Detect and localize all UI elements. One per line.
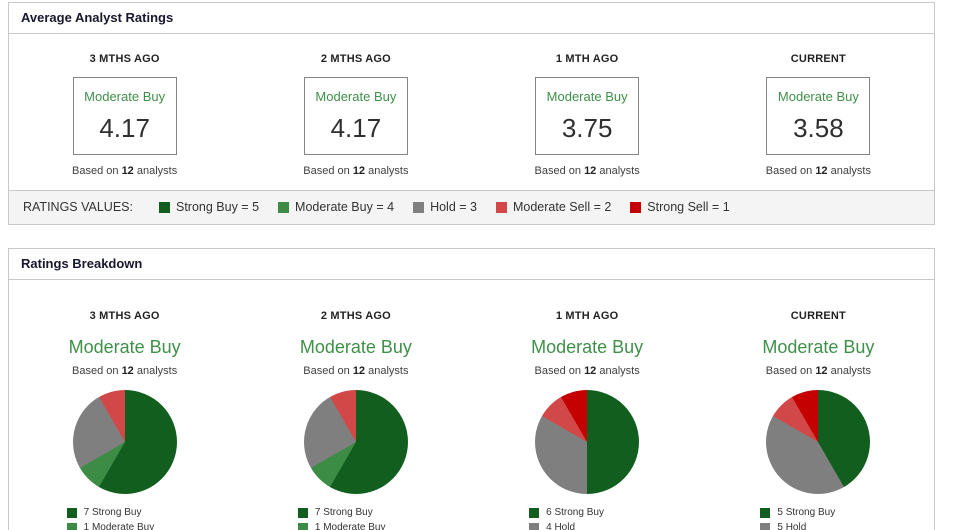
ratings-pie-chart [535, 390, 640, 494]
ratings-pie-chart [72, 390, 177, 494]
rating-text: Moderate Buy [68, 337, 181, 357]
legend-item-text: Moderate Buy = 4 [295, 200, 395, 214]
period-label: CURRENT [790, 53, 846, 65]
moderate-sell-swatch-icon [495, 201, 507, 213]
strong-buy-swatch-icon [66, 507, 77, 518]
period-label: CURRENT [790, 310, 846, 322]
rating-text: Moderate Buy [84, 89, 166, 104]
legend-item-text: Hold = 3 [430, 200, 477, 214]
based-on-analysts: Based on 12 analysts [72, 165, 178, 177]
ratings-breakdown-panel: Ratings Breakdown 3 MTHS AGO Moderate Bu… [8, 248, 935, 530]
analyst-count: 12 [121, 365, 134, 377]
period-label: 3 MTHS AGO [89, 310, 160, 322]
rating-value-box: Moderate Buy 3.58 [766, 77, 871, 155]
pie-legend-row: 7 Strong Buy [297, 505, 414, 520]
legend-item-text: Strong Buy = 5 [175, 200, 260, 214]
legend-item-moderate-buy: Moderate Buy = 4 [278, 200, 394, 214]
pie-legend-row: 4 Hold [529, 520, 645, 530]
average-ratings-grid: 3 MTHS AGO Moderate Buy 4.17 Based on 12… [9, 34, 934, 190]
rating-text: Moderate Buy [777, 89, 859, 104]
period-label: 1 MTH AGO [555, 53, 619, 65]
legend-item-moderate-sell: Moderate Sell = 2 [495, 200, 612, 214]
average-rating-column-current: CURRENT Moderate Buy 3.58 Based on 12 an… [703, 53, 934, 177]
analyst-count: 12 [121, 165, 134, 177]
analyst-count: 12 [584, 165, 597, 177]
pie-legend-row: 1 Moderate Buy [297, 520, 414, 530]
based-on-analysts: Based on 12 analysts [303, 165, 409, 177]
strong-buy-swatch-icon [529, 507, 540, 518]
breakdown-column-2mths: 2 MTHS AGO Moderate Buy Based on 12 anal… [240, 310, 471, 530]
rating-value: 4.17 [330, 113, 382, 143]
legend-item-hold: Hold = 3 [413, 200, 477, 214]
average-rating-column-1mth: 1 MTH AGO Moderate Buy 3.75 Based on 12 … [472, 53, 703, 177]
strong-buy-swatch-icon [158, 201, 170, 213]
based-on-analysts: Based on 12 analysts [72, 365, 178, 377]
pie-legend-row: 6 Strong Buy [529, 505, 645, 520]
pie-legend: 7 Strong Buy 1 Moderate Buy 3 Hold 1 Mod… [297, 505, 414, 530]
pie-legend-row: 5 Hold [760, 520, 876, 530]
analyst-count: 12 [584, 365, 597, 377]
rating-value-box: Moderate Buy 3.75 [535, 77, 640, 155]
hold-swatch-icon [529, 522, 540, 530]
rating-value-box: Moderate Buy 4.17 [72, 77, 177, 155]
based-on-analysts: Based on 12 analysts [303, 365, 409, 377]
ratings-pie-chart [766, 390, 871, 494]
pie-legend: 7 Strong Buy 1 Moderate Buy 3 Hold 1 Mod… [66, 505, 183, 530]
pie-legend: 5 Strong Buy 5 Hold 1 Moderate Sell 1 St… [760, 505, 876, 530]
analyst-count: 12 [352, 165, 366, 177]
rating-value: 4.17 [99, 113, 150, 143]
rating-text: Moderate Buy [546, 89, 628, 104]
period-label: 2 MTHS AGO [320, 310, 391, 322]
panel-title-ratings-breakdown: Ratings Breakdown [9, 249, 934, 280]
strong-sell-swatch-icon [630, 201, 642, 213]
period-label: 1 MTH AGO [555, 310, 619, 322]
moderate-buy-swatch-icon [278, 201, 290, 213]
legend-item-text: Moderate Sell = 2 [512, 200, 612, 214]
rating-text: Moderate Buy [315, 89, 397, 104]
pie-legend-row: 5 Strong Buy [760, 505, 876, 520]
rating-text: Moderate Buy [762, 337, 875, 357]
ratings-values-label: RATINGS VALUES: [23, 200, 133, 214]
breakdown-column-1mth: 1 MTH AGO Moderate Buy Based on 12 analy… [472, 310, 703, 530]
average-analyst-ratings-panel: Average Analyst Ratings 3 MTHS AGO Moder… [8, 2, 935, 225]
analyst-count: 12 [352, 365, 366, 377]
moderate-buy-swatch-icon [297, 522, 308, 530]
rating-value: 3.58 [793, 113, 844, 143]
based-on-analysts: Based on 12 analysts [534, 365, 640, 377]
analyst-count: 12 [815, 165, 828, 177]
ratings-values-legend-bar: RATINGS VALUES: Strong Buy = 5 Moderate … [9, 190, 934, 224]
rating-text: Moderate Buy [299, 337, 412, 357]
breakdown-column-current: CURRENT Moderate Buy Based on 12 analyst… [703, 310, 934, 530]
strong-buy-swatch-icon [297, 507, 308, 518]
pie-legend-row: 1 Moderate Buy [66, 520, 183, 530]
moderate-buy-swatch-icon [66, 522, 77, 530]
pie-legend: 6 Strong Buy 4 Hold 1 Moderate Sell 1 St… [529, 505, 645, 530]
period-label: 2 MTHS AGO [320, 53, 391, 65]
average-rating-column-3mths: 3 MTHS AGO Moderate Buy 4.17 Based on 12… [9, 53, 240, 177]
strong-buy-swatch-icon [760, 507, 771, 518]
ratings-breakdown-grid: 3 MTHS AGO Moderate Buy Based on 12 anal… [9, 280, 934, 530]
hold-swatch-icon [413, 201, 425, 213]
based-on-analysts: Based on 12 analysts [765, 165, 871, 177]
legend-item-text: Strong Sell = 1 [647, 200, 730, 214]
rating-value: 3.75 [561, 113, 613, 143]
rating-value-box: Moderate Buy 4.17 [303, 77, 408, 155]
analyst-count: 12 [815, 365, 828, 377]
hold-swatch-icon [760, 522, 771, 530]
pie-legend-row: 7 Strong Buy [66, 505, 183, 520]
period-label: 3 MTHS AGO [89, 53, 160, 65]
based-on-analysts: Based on 12 analysts [534, 165, 640, 177]
panel-title-average-analyst-ratings: Average Analyst Ratings [9, 3, 934, 34]
ratings-pie-chart [303, 390, 408, 494]
ratings-values-items: Strong Buy = 5 Moderate Buy = 4 Hold = 3… [158, 200, 730, 214]
breakdown-column-3mths: 3 MTHS AGO Moderate Buy Based on 12 anal… [9, 310, 240, 530]
rating-text: Moderate Buy [531, 337, 644, 357]
average-rating-column-2mths: 2 MTHS AGO Moderate Buy 4.17 Based on 12… [240, 53, 471, 177]
legend-item-strong-buy: Strong Buy = 5 [158, 200, 260, 214]
based-on-analysts: Based on 12 analysts [765, 365, 871, 377]
legend-item-strong-sell: Strong Sell = 1 [630, 200, 730, 214]
